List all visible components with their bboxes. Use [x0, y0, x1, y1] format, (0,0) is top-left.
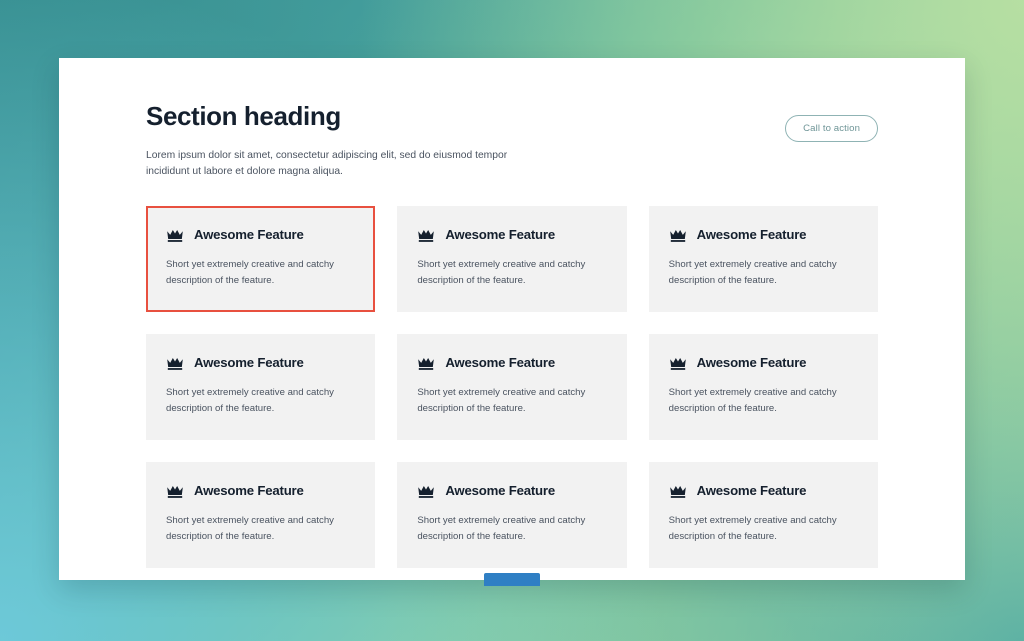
feature-grid: Awesome Feature Short yet extremely creat…: [146, 206, 878, 569]
page-subtitle: Lorem ipsum dolor sit amet, consectetur …: [146, 149, 508, 178]
content-panel: Section heading Lorem ipsum dolor sit am…: [59, 58, 965, 580]
panel-inner: Section heading Lorem ipsum dolor sit am…: [146, 102, 878, 569]
feature-card-header: Awesome Feature: [669, 228, 858, 243]
feature-card-header: Awesome Feature: [166, 484, 355, 499]
feature-card[interactable]: Awesome Feature Short yet extremely creat…: [648, 462, 878, 569]
feature-title: Awesome Feature: [445, 483, 555, 499]
feature-description: Short yet extremely creative and catchy …: [668, 515, 837, 542]
crown-icon: [669, 228, 687, 243]
crown-icon: [417, 356, 435, 371]
feature-description: Short yet extremely creative and catchy …: [166, 387, 334, 414]
feature-card[interactable]: Awesome Feature Short yet extremely creat…: [146, 334, 376, 441]
feature-description: Short yet extremely creative and catchy …: [417, 387, 586, 414]
feature-title: Awesome Feature: [194, 227, 304, 243]
feature-card-header: Awesome Feature: [166, 228, 355, 243]
feature-card[interactable]: Awesome Feature Short yet extremely creat…: [648, 206, 878, 313]
feature-description: Short yet extremely creative and catchy …: [668, 387, 837, 414]
feature-card[interactable]: Awesome Feature Short yet extremely creat…: [146, 462, 376, 569]
feature-title: Awesome Feature: [696, 227, 807, 243]
crown-icon: [166, 228, 184, 243]
feature-card[interactable]: Awesome Feature Short yet extremely creat…: [397, 462, 627, 569]
crown-icon: [166, 356, 184, 371]
feature-card-header: Awesome Feature: [417, 356, 606, 371]
feature-card[interactable]: Awesome Feature Short yet extremely creat…: [648, 334, 878, 441]
feature-title: Awesome Feature: [445, 355, 555, 371]
feature-card-header: Awesome Feature: [417, 228, 606, 243]
crown-icon: [669, 356, 687, 371]
feature-description: Short yet extremely creative and catchy …: [417, 515, 586, 542]
feature-title: Awesome Feature: [696, 355, 807, 371]
feature-card-header: Awesome Feature: [417, 484, 606, 499]
feature-title: Awesome Feature: [696, 483, 807, 499]
feature-title: Awesome Feature: [194, 483, 304, 499]
page-title: Section heading: [146, 101, 341, 131]
crown-icon: [166, 484, 184, 499]
bottom-badge[interactable]: [484, 573, 540, 586]
crown-icon: [417, 484, 435, 499]
feature-description: Short yet extremely creative and catchy …: [166, 515, 334, 542]
crown-icon: [417, 228, 435, 243]
feature-description: Short yet extremely creative and catchy …: [668, 259, 837, 286]
feature-card-header: Awesome Feature: [166, 356, 355, 371]
feature-card[interactable]: Awesome Feature Short yet extremely creat…: [397, 206, 627, 313]
feature-description: Short yet extremely creative and catchy …: [417, 259, 586, 286]
feature-card-header: Awesome Feature: [669, 484, 858, 499]
crown-icon: [669, 484, 687, 499]
feature-card-header: Awesome Feature: [669, 356, 858, 371]
feature-title: Awesome Feature: [194, 355, 304, 371]
feature-card[interactable]: Awesome Feature Short yet extremely creat…: [397, 334, 627, 441]
feature-title: Awesome Feature: [445, 227, 555, 243]
section-header: Section heading Lorem ipsum dolor sit am…: [146, 102, 878, 188]
feature-card[interactable]: Awesome Feature Short yet extremely creat…: [146, 206, 376, 313]
feature-description: Short yet extremely creative and catchy …: [166, 259, 334, 286]
call-to-action-button[interactable]: Call to action: [785, 115, 878, 142]
